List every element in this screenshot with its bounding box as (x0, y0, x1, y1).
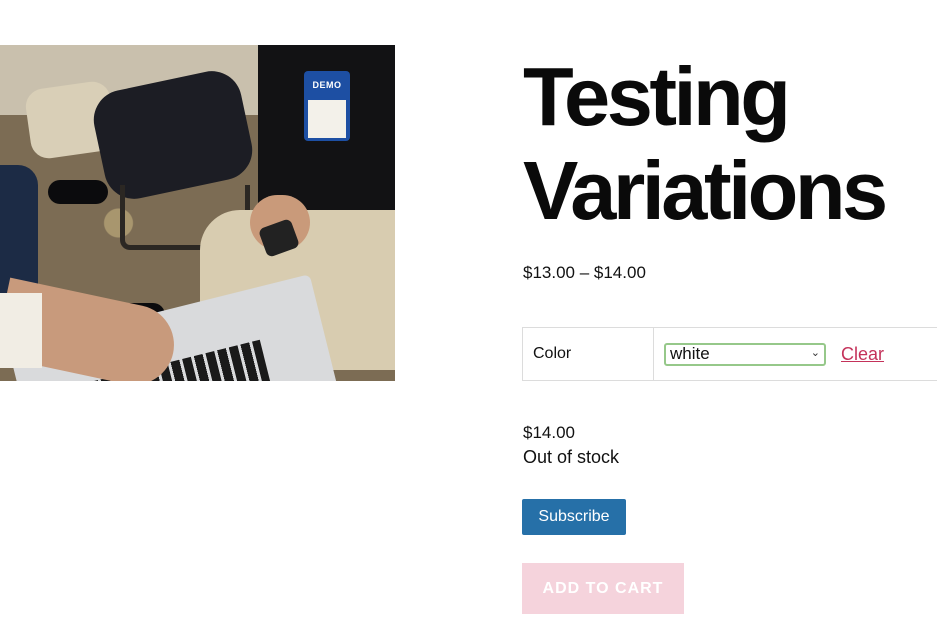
photo-badge-text: DEMO (312, 80, 342, 90)
color-value-cell: white ⌄ Clear (654, 328, 937, 380)
clear-link[interactable]: Clear (841, 344, 884, 365)
stock-status: Out of stock (523, 447, 620, 467)
color-select[interactable]: white ⌄ (664, 342, 826, 366)
product-page: DEMO Testing Variations $13.00 – $14.00 … (0, 0, 937, 632)
chevron-down-icon: ⌄ (810, 346, 820, 359)
subscribe-button[interactable]: Subscribe (522, 499, 626, 535)
photo-shoe (48, 180, 108, 204)
color-select-value: white (670, 344, 710, 363)
product-image[interactable]: DEMO (0, 45, 395, 381)
variation-price: $14.00 (523, 423, 575, 442)
product-title-line1: Testing (523, 50, 791, 143)
photo-sleeve (0, 293, 42, 368)
add-to-cart-button[interactable]: ADD TO CART (522, 563, 684, 614)
variations-table: Color white ⌄ Clear (522, 327, 937, 381)
product-title: Testing Variations (523, 50, 937, 238)
price-range: $13.00 – $14.00 (523, 263, 646, 282)
photo-badge-card (308, 100, 346, 138)
color-label: Color (523, 328, 654, 380)
product-title-line2: Variations (523, 144, 888, 237)
